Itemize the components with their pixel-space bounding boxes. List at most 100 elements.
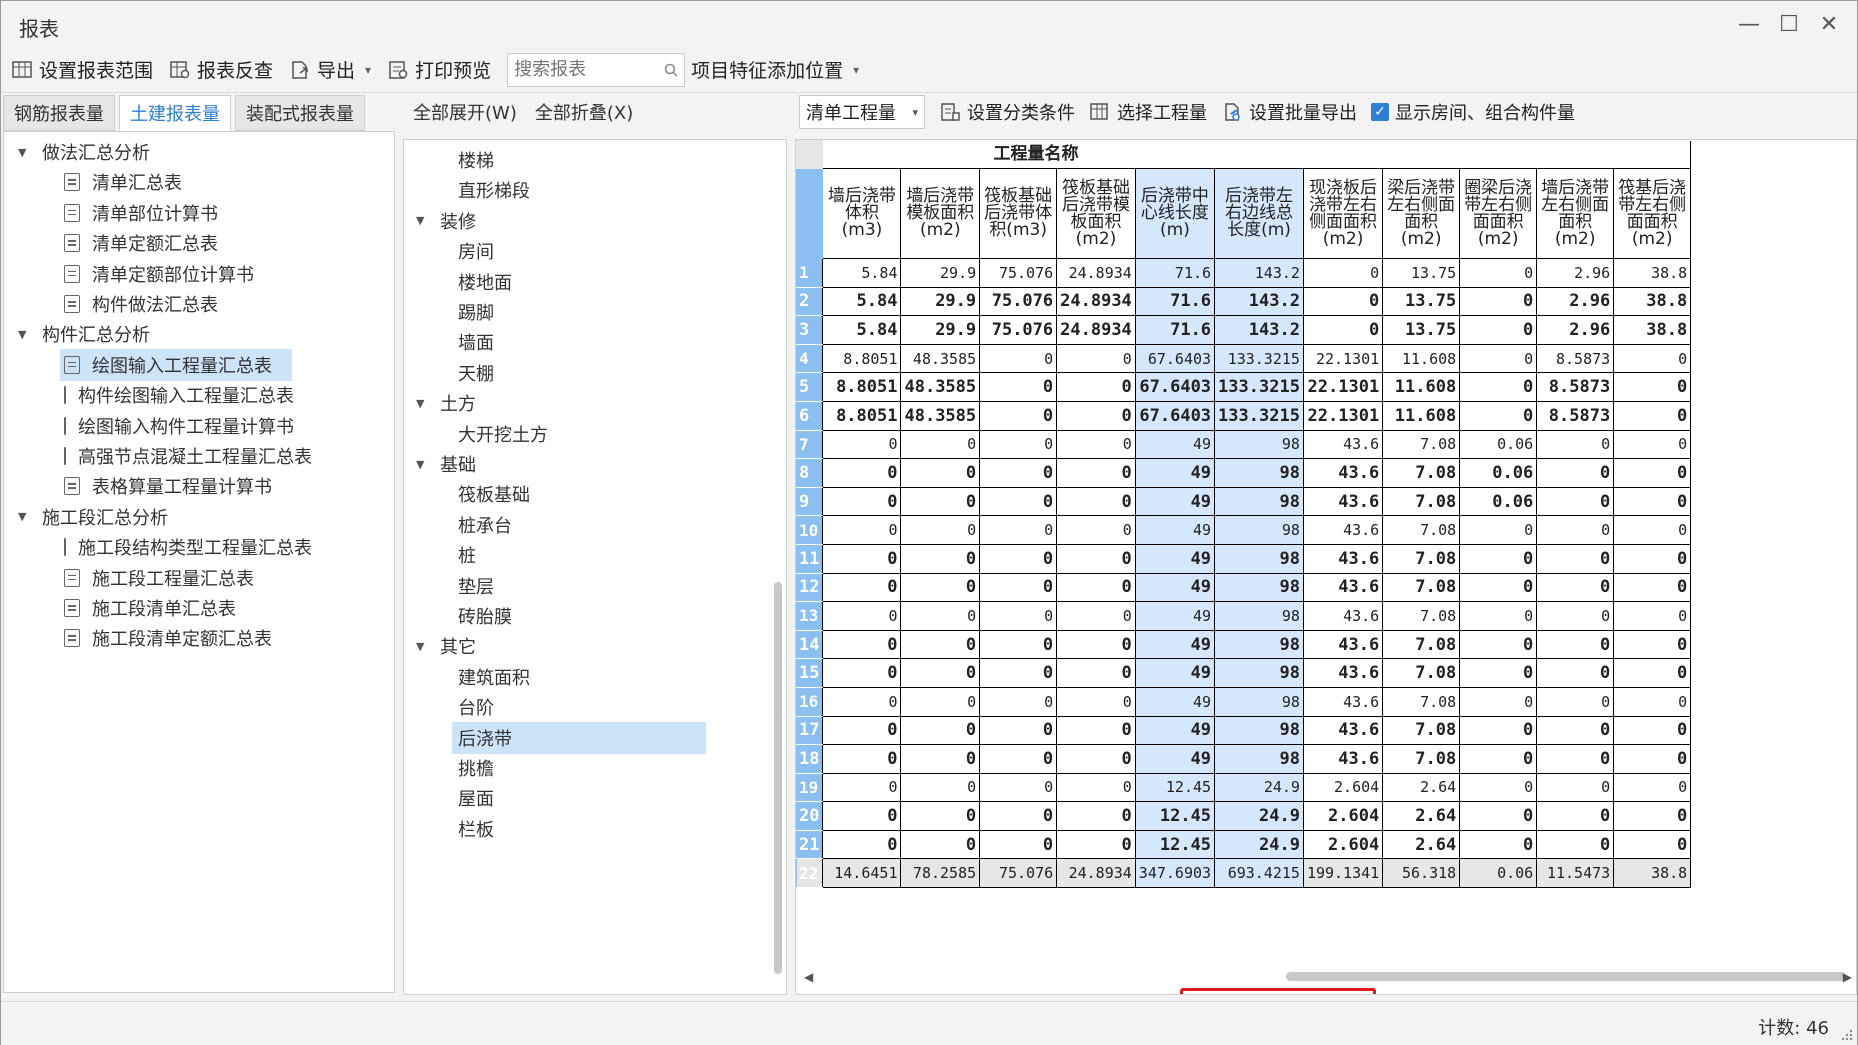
tree-item[interactable]: 筏板基础	[452, 478, 706, 510]
table-cell[interactable]: 0	[1459, 372, 1538, 402]
table-cell[interactable]: 2.604	[1302, 801, 1384, 831]
table-cell[interactable]: 0.06	[1459, 429, 1538, 460]
tree-group[interactable]: ▼ 做法汇总分析	[18, 136, 150, 168]
table-cell[interactable]: 0	[979, 629, 1058, 660]
tab-rebar-report[interactable]: 钢筋报表量	[3, 95, 115, 131]
table-cell[interactable]: 22.1301	[1302, 372, 1384, 402]
table-cell[interactable]: 75.076	[979, 858, 1058, 889]
table-cell[interactable]: 0	[1459, 686, 1538, 717]
table-cell[interactable]: 0	[1613, 801, 1692, 831]
table-cell[interactable]: 5.84	[822, 315, 902, 345]
table-cell[interactable]: 0	[1613, 400, 1692, 431]
table-cell[interactable]: 0	[900, 515, 981, 545]
row-number[interactable]: 8	[796, 458, 824, 488]
table-cell[interactable]: 0	[1056, 429, 1136, 460]
expand-toggle-icon[interactable]: ▼	[18, 328, 30, 341]
table-cell[interactable]: 49	[1134, 715, 1216, 746]
row-number[interactable]: 3	[796, 315, 824, 345]
table-cell[interactable]: 0	[1459, 315, 1538, 345]
tree-group[interactable]: ▼ 其它	[416, 630, 476, 662]
table-row[interactable]: 5 8.8051 48.3585 0 0 67.6403 133.3215 22.1301 11…	[796, 372, 1692, 402]
table-cell[interactable]: 75.076	[979, 258, 1058, 288]
expand-toggle-icon[interactable]: ▼	[416, 214, 428, 227]
table-row[interactable]: 6 8.8051 48.3585 0 0 67.6403 133.3215 22.1301 11…	[796, 400, 1692, 431]
table-cell[interactable]: 22.1301	[1302, 400, 1384, 431]
table-row[interactable]: 7 0 0 0 0 49 98 43.6 7.08 0.06 0 0	[796, 429, 1692, 460]
row-number[interactable]: 6	[796, 400, 824, 431]
table-cell[interactable]: 43.6	[1302, 601, 1384, 631]
table-cell[interactable]: 24.8934	[1056, 258, 1136, 288]
table-cell[interactable]: 0	[1613, 458, 1692, 488]
tab-civil-report[interactable]: 土建报表量	[119, 95, 231, 131]
row-number[interactable]: 21	[796, 829, 824, 860]
table-row[interactable]: 2 5.84 29.9 75.076 24.8934 71.6 143.2 0 13.75 0 2.…	[796, 286, 1692, 317]
table-cell[interactable]: 48.3585	[900, 343, 981, 374]
table-row[interactable]: 15 0 0 0 0 49 98 43.6 7.08 0 0 0	[796, 658, 1692, 688]
table-cell[interactable]: 0	[1613, 715, 1692, 746]
table-cell[interactable]: 0	[979, 515, 1058, 545]
table-cell[interactable]: 0	[822, 801, 902, 831]
row-number[interactable]: 12	[796, 572, 824, 603]
tree-item[interactable]: 房间	[452, 235, 706, 267]
table-cell[interactable]: 24.9	[1214, 829, 1304, 860]
table-cell[interactable]: 2.96	[1536, 286, 1615, 317]
table-cell[interactable]: 7.08	[1382, 686, 1461, 717]
table-cell[interactable]: 0	[1056, 601, 1136, 631]
table-cell[interactable]: 0	[822, 429, 902, 460]
table-cell[interactable]: 0	[822, 486, 902, 517]
table-cell[interactable]: 2.64	[1382, 829, 1461, 860]
expand-toggle-icon[interactable]: ▼	[18, 510, 30, 523]
tree-group[interactable]: ▼ 装修	[416, 205, 476, 237]
set-classification-button[interactable]: 设置分类条件	[939, 99, 1075, 125]
table-cell[interactable]: 29.9	[900, 315, 981, 345]
table-cell[interactable]: 0.06	[1459, 858, 1538, 889]
table-cell[interactable]: 0	[900, 829, 981, 860]
table-cell[interactable]: 0	[900, 744, 981, 774]
table-cell[interactable]: 0	[900, 543, 981, 574]
tree-item[interactable]: 桩承台	[452, 509, 706, 541]
table-cell[interactable]: 0	[1613, 572, 1692, 603]
table-cell[interactable]: 0	[900, 572, 981, 603]
tree-item[interactable]: 施工段清单定额汇总表	[60, 622, 292, 654]
table-cell[interactable]: 0	[1056, 829, 1136, 860]
scroll-left-icon[interactable]: ◀	[804, 970, 813, 984]
column-header[interactable]: 筏板基础后浇带模板面积(m2)	[1056, 168, 1136, 259]
table-cell[interactable]: 0	[979, 744, 1058, 774]
table-cell[interactable]: 0	[1613, 515, 1692, 545]
table-cell[interactable]: 43.6	[1302, 629, 1384, 660]
table-cell[interactable]: 43.6	[1302, 572, 1384, 603]
table-cell[interactable]: 0	[1056, 486, 1136, 517]
table-cell[interactable]: 7.08	[1382, 458, 1461, 488]
table-cell[interactable]: 0	[1613, 772, 1692, 803]
table-cell[interactable]: 0	[1536, 458, 1615, 488]
table-cell[interactable]: 98	[1214, 572, 1304, 603]
table-cell[interactable]: 0	[900, 458, 981, 488]
table-cell[interactable]: 49	[1134, 629, 1216, 660]
table-cell[interactable]: 133.3215	[1214, 372, 1304, 402]
table-cell[interactable]: 75.076	[979, 315, 1058, 345]
table-row[interactable]: 12 0 0 0 0 49 98 43.6 7.08 0 0 0	[796, 572, 1692, 603]
table-cell[interactable]: 133.3215	[1214, 343, 1304, 374]
table-row[interactable]: 4 8.8051 48.3585 0 0 67.6403 133.3215 22.1301 11…	[796, 343, 1692, 374]
table-cell[interactable]: 12.45	[1134, 829, 1216, 860]
table-cell[interactable]: 133.3215	[1214, 400, 1304, 431]
table-cell[interactable]: 49	[1134, 744, 1216, 774]
table-cell[interactable]: 0	[1536, 744, 1615, 774]
table-cell[interactable]: 0	[822, 629, 902, 660]
table-cell[interactable]: 67.6403	[1134, 372, 1216, 402]
table-cell[interactable]: 199.1341	[1302, 858, 1384, 889]
table-cell[interactable]: 0	[822, 744, 902, 774]
table-cell[interactable]: 71.6	[1134, 315, 1216, 345]
table-cell[interactable]: 0	[1459, 829, 1538, 860]
table-cell[interactable]: 38.8	[1613, 258, 1692, 288]
table-cell[interactable]: 49	[1134, 572, 1216, 603]
tree-item[interactable]: 后浇带	[452, 721, 706, 754]
table-cell[interactable]: 0	[1056, 801, 1136, 831]
table-cell[interactable]: 0	[1613, 629, 1692, 660]
table-cell[interactable]: 7.08	[1382, 629, 1461, 660]
column-header[interactable]: 梁后浇带左右侧面面积(m2)	[1382, 168, 1461, 259]
table-cell[interactable]: 0	[1536, 601, 1615, 631]
table-cell[interactable]: 22.1301	[1302, 343, 1384, 374]
row-number[interactable]: 5	[796, 372, 824, 402]
table-cell[interactable]: 38.8	[1613, 286, 1692, 317]
